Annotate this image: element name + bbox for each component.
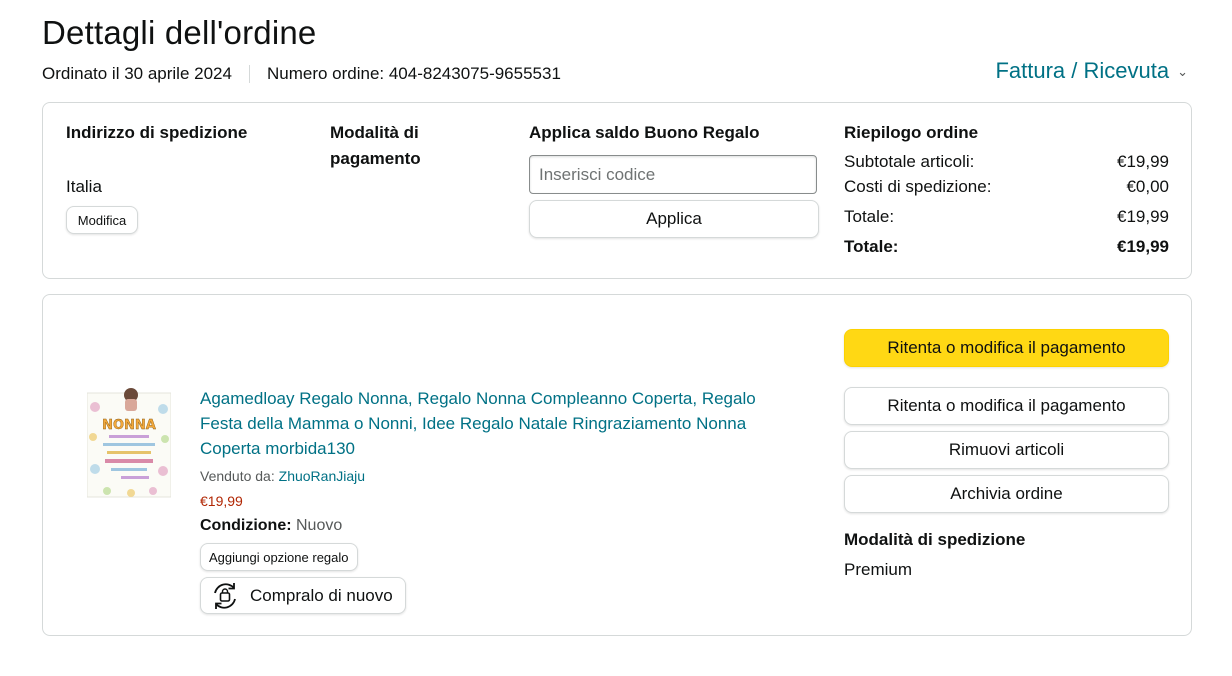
order-meta: Ordinato il 30 aprile 2024 Numero ordine… [42, 64, 561, 84]
invoice-dropdown-link[interactable]: Fattura / Ricevuta ⌄ [995, 58, 1188, 84]
invoice-link-label: Fattura / Ricevuta [995, 58, 1170, 83]
shipping-method-heading: Modalità di spedizione [844, 530, 1026, 549]
summary-label: Totale: [844, 207, 895, 226]
remove-items-button[interactable]: Rimuovi articoli [844, 431, 1169, 469]
seller-line: Venduto da: ZhuoRanJiaju [200, 466, 790, 486]
sold-by-label: Venduto da: [200, 468, 275, 484]
page-title: Dettagli dell'ordine [42, 14, 317, 51]
summary-row-grand-total: Totale: €19,99 [844, 234, 1169, 259]
order-date: Ordinato il 30 aprile 2024 [42, 64, 232, 83]
order-summary: Riepilogo ordine Subtotale articoli: €19… [844, 121, 1169, 259]
buy-again-label: Compralo di nuovo [250, 585, 393, 605]
order-item-panel: NONNA Agamedloay Regalo Nonna, Regalo No… [42, 294, 1192, 636]
order-number: Numero ordine: 404-8243075-9655531 [266, 64, 561, 83]
retry-payment-primary-button[interactable]: Ritenta o modifica il pagamento [844, 329, 1169, 367]
gift-card-heading: Applica saldo Buono Regalo [529, 123, 760, 142]
product-condition: Condizione: Nuovo [200, 515, 790, 537]
shipping-method-value: Premium [844, 560, 913, 579]
seller-link[interactable]: ZhuoRanJiaju [279, 468, 365, 484]
summary-label: Subtotale articoli: [844, 152, 975, 171]
summary-row-subtotal: Subtotale articoli: €19,99 [844, 149, 1169, 174]
product-info: Agamedloay Regalo Nonna, Regalo Nonna Co… [200, 386, 790, 617]
summary-row-shipping: Costi di spedizione: €0,00 [844, 174, 1169, 199]
add-gift-option-button[interactable]: Aggiungi opzione regalo [200, 543, 358, 571]
product-image[interactable]: NONNA [87, 387, 171, 499]
gift-code-input[interactable] [529, 155, 817, 194]
summary-value: €19,99 [1117, 152, 1169, 171]
order-info-panel: Indirizzo di spedizione Italia Modifica … [42, 102, 1192, 279]
product-title-link[interactable]: Agamedloay Regalo Nonna, Regalo Nonna Co… [200, 386, 790, 461]
apply-gift-button[interactable]: Applica [529, 200, 819, 238]
payment-method-heading-line2: pagamento [330, 149, 421, 168]
condition-label: Condizione: [200, 517, 292, 534]
summary-label: Costi di spedizione: [844, 177, 992, 196]
order-summary-heading: Riepilogo ordine [844, 123, 979, 142]
retry-payment-button[interactable]: Ritenta o modifica il pagamento [844, 387, 1169, 425]
payment-method-heading-line1: Modalità di [330, 123, 419, 142]
condition-value: Nuovo [296, 517, 343, 534]
product-image-label: NONNA [102, 418, 156, 433]
shipping-address-heading: Indirizzo di spedizione [66, 123, 248, 142]
buy-again-icon [214, 582, 236, 609]
divider [248, 65, 250, 83]
summary-value: €19,99 [1117, 207, 1169, 226]
archive-order-button[interactable]: Archivia ordine [844, 475, 1169, 513]
payment-method-heading: Modalità di pagamento [330, 120, 421, 172]
summary-value: €0,00 [1126, 177, 1169, 196]
edit-address-button[interactable]: Modifica [66, 206, 138, 234]
shipping-country: Italia [66, 177, 102, 196]
order-actions: Ritenta o modifica il pagamento Ritenta … [844, 329, 1169, 582]
chevron-down-icon: ⌄ [1177, 64, 1188, 79]
buy-again-button[interactable]: Compralo di nuovo [200, 577, 406, 614]
summary-label: Totale: [844, 237, 899, 256]
product-price: €19,99 [200, 493, 243, 509]
summary-value: €19,99 [1117, 237, 1169, 256]
summary-row-total: Totale: €19,99 [844, 204, 1169, 229]
